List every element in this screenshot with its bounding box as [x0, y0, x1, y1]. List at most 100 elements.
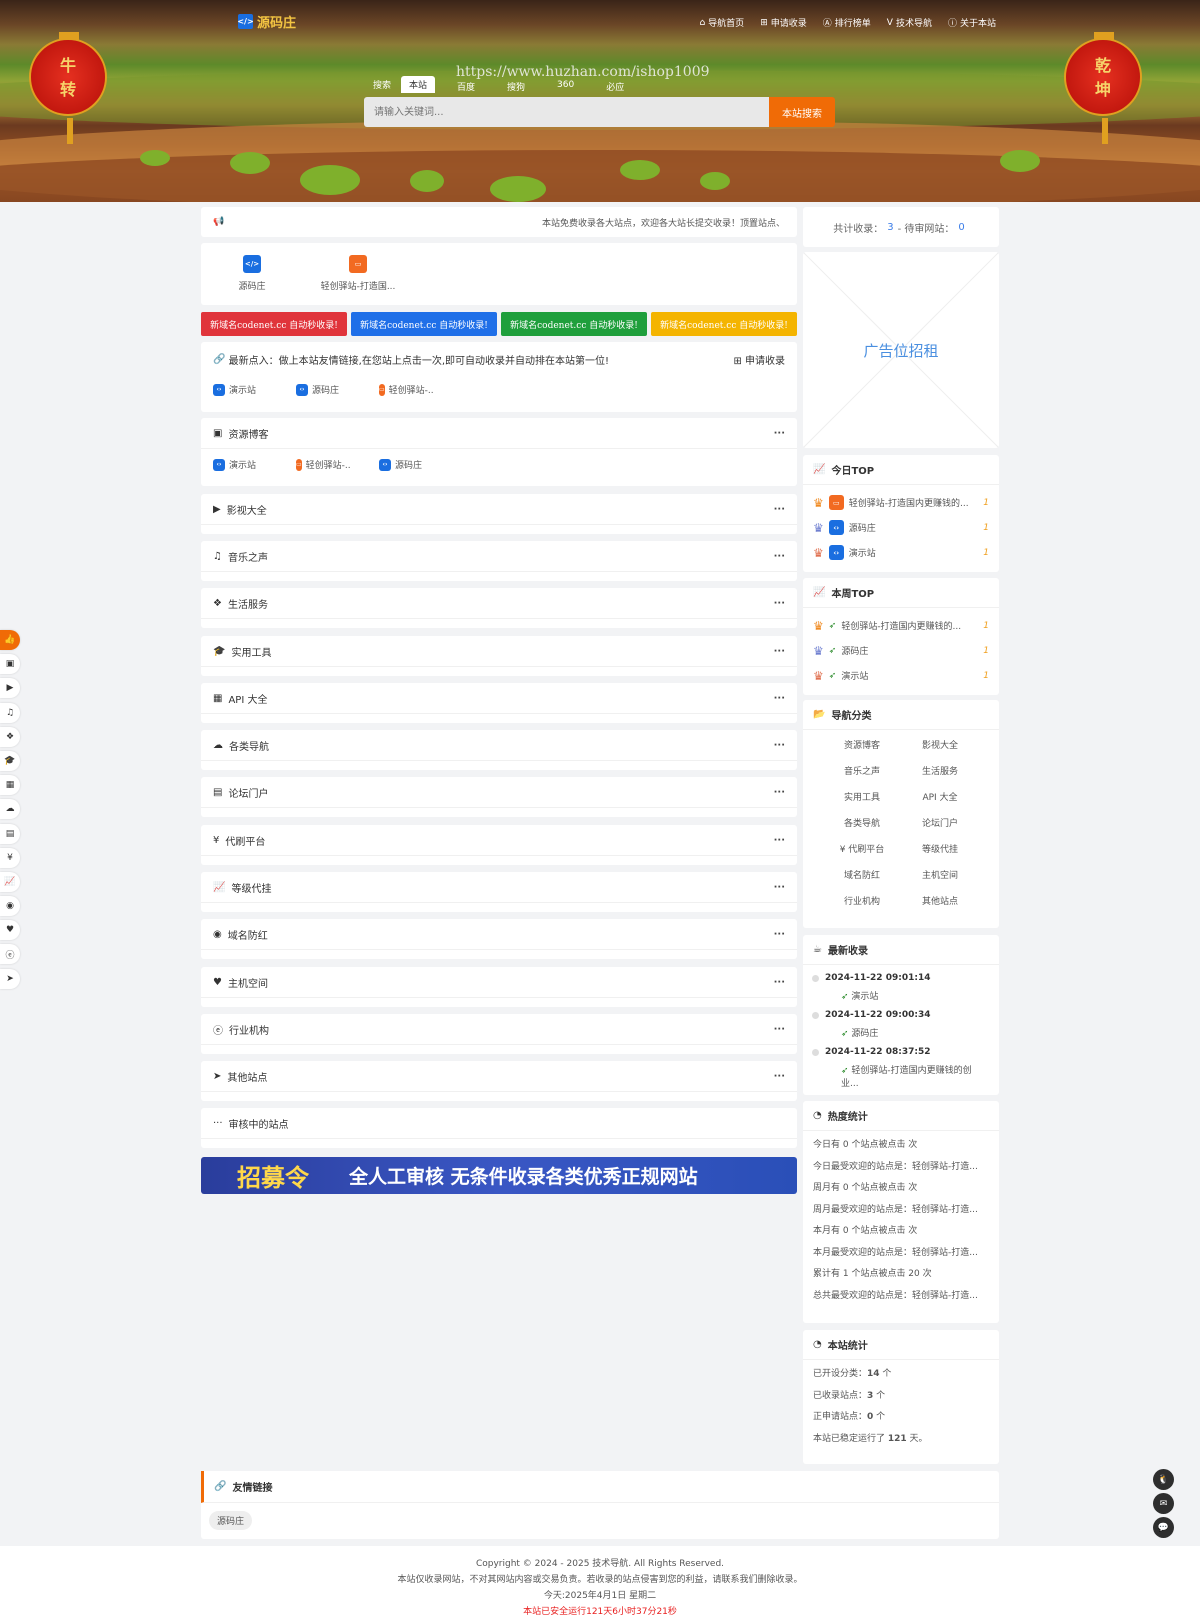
- site-logo[interactable]: </> 源码庄: [237, 12, 296, 31]
- list-item[interactable]: ▭ 轻创驿站-...: [379, 383, 434, 396]
- friend-link-tag[interactable]: 源码庄: [209, 1511, 253, 1530]
- wechat-icon[interactable]: 💬: [1153, 1517, 1174, 1538]
- compass-icon[interactable]: ◉: [0, 896, 20, 917]
- cubes-icon: ❖: [213, 597, 222, 609]
- list-item[interactable]: ‹› 源码庄: [296, 383, 351, 396]
- cursor-icon: ➶: [828, 620, 837, 631]
- yen-icon[interactable]: ¥: [0, 847, 20, 868]
- category-link[interactable]: 论坛门户: [901, 816, 979, 829]
- engine-360[interactable]: 360: [557, 80, 574, 93]
- recruit-banner[interactable]: 招募令 全人工审核 无条件收录各类优秀正规网站: [201, 1157, 797, 1194]
- send-icon[interactable]: ➤: [0, 968, 20, 989]
- more-button[interactable]: ···: [774, 740, 785, 751]
- section-forum: ▤ 论坛门户 ···: [201, 777, 797, 817]
- featured-item[interactable]: </> 源码庄: [217, 251, 287, 297]
- promo-button-red[interactable]: 新域名codenet.cc 自动秒收录!: [201, 312, 347, 336]
- list-item[interactable]: ‹› 演示站: [213, 458, 268, 471]
- cubes-icon[interactable]: ❖: [0, 726, 20, 747]
- collect-stats: 共计收录： 3- 待审网站： 0: [803, 207, 999, 247]
- file-icon[interactable]: ▤: [0, 823, 20, 844]
- category-link[interactable]: 主机空间: [901, 868, 979, 881]
- list-item[interactable]: ♛ ➶ 轻创驿站-打造国内更赚钱的... 1: [803, 613, 999, 638]
- list-item[interactable]: ♛ ▭ 轻创驿站-打造国内更赚钱的... 1: [803, 490, 999, 515]
- category-link[interactable]: 实用工具: [823, 790, 901, 803]
- nav-apply[interactable]: ⊞ 申请收录: [760, 16, 807, 30]
- more-button[interactable]: ···: [774, 929, 785, 940]
- more-button[interactable]: ···: [774, 504, 785, 515]
- engine-bing[interactable]: 必应: [606, 80, 624, 93]
- tab-search[interactable]: 搜索: [365, 76, 399, 93]
- nav-tech[interactable]: V 技术导航: [887, 16, 932, 30]
- category-link[interactable]: API 大全: [901, 790, 979, 803]
- chart-icon[interactable]: 📈: [0, 871, 20, 892]
- crown-gold-icon: ♛: [813, 495, 824, 510]
- promo-button-blue[interactable]: 新域名codenet.cc 自动秒收录!: [351, 312, 497, 336]
- thumbs-up-icon[interactable]: 👍: [0, 630, 20, 650]
- more-button[interactable]: ···: [774, 1024, 785, 1035]
- mail-icon[interactable]: ✉: [1153, 1493, 1174, 1514]
- youtube-icon: ▶: [213, 503, 221, 515]
- more-button[interactable]: ···: [774, 693, 785, 704]
- category-link[interactable]: 行业机构: [823, 894, 901, 907]
- nav-ranking[interactable]: Ⓐ 排行榜单: [823, 16, 871, 29]
- section-api: ▦ API 大全 ···: [201, 683, 797, 723]
- nav-about[interactable]: ⓘ 关于本站: [948, 16, 996, 29]
- ad-placeholder[interactable]: 广告位招租: [803, 252, 999, 448]
- more-button[interactable]: ···: [774, 977, 785, 988]
- featured-item[interactable]: ▭ 轻创驿站-打造国...: [321, 251, 395, 297]
- category-link[interactable]: 音乐之声: [823, 764, 901, 777]
- edge-icon[interactable]: ⓔ: [0, 944, 20, 965]
- list-item[interactable]: ▭ 轻创驿站-...: [296, 458, 351, 471]
- category-link[interactable]: 影视大全: [901, 738, 979, 751]
- more-button[interactable]: ···: [774, 882, 785, 893]
- category-link[interactable]: ¥ 代刷平台: [823, 842, 901, 855]
- engine-sogou[interactable]: 搜狗: [507, 80, 525, 93]
- list-item[interactable]: ♛ ➶ 演示站 1: [803, 663, 999, 688]
- qq-icon[interactable]: 🐧: [1153, 1469, 1174, 1490]
- more-button[interactable]: ···: [774, 646, 785, 657]
- nav-home[interactable]: ⌂ 导航首页: [699, 16, 744, 30]
- cloud-icon[interactable]: ☁: [0, 799, 20, 820]
- youtube-icon[interactable]: ▶: [0, 678, 20, 699]
- music-icon[interactable]: ♫: [0, 702, 20, 723]
- promo-button-yellow[interactable]: 新域名codenet.cc 自动秒收录!: [651, 312, 797, 336]
- list-item[interactable]: ♛ ‹› 演示站 1: [803, 540, 999, 565]
- section-brush: ¥ 代刷平台 ···: [201, 825, 797, 865]
- search-engines: 百度 搜狗 360 必应: [457, 80, 624, 93]
- search-button[interactable]: 本站搜索: [769, 97, 835, 127]
- more-button[interactable]: ···: [774, 1071, 785, 1082]
- section-pending: ··· 审核中的站点: [201, 1108, 797, 1148]
- more-button[interactable]: ···: [774, 598, 785, 609]
- search-input[interactable]: [364, 97, 770, 127]
- tab-site[interactable]: 本站: [401, 76, 436, 93]
- category-link[interactable]: 等级代挂: [901, 842, 979, 855]
- more-button[interactable]: ···: [774, 551, 785, 562]
- graduation-icon[interactable]: 🎓: [0, 750, 20, 771]
- promo-buttons: 新域名codenet.cc 自动秒收录! 新域名codenet.cc 自动秒收录…: [201, 312, 797, 336]
- more-button[interactable]: ···: [774, 428, 785, 439]
- list-item[interactable]: ♛ ‹› 源码庄 1: [803, 515, 999, 540]
- engine-baidu[interactable]: 百度: [457, 80, 475, 93]
- section-resource-blog: ▣ 资源博客 ··· ‹› 演示站 ▭ 轻创驿站-... ‹› 源码庄: [201, 418, 797, 486]
- watermark-url: https://www.huzhan.com/ishop1009: [456, 64, 710, 80]
- category-link[interactable]: 其他站点: [901, 894, 979, 907]
- category-link[interactable]: 生活服务: [901, 764, 979, 777]
- list-item[interactable]: ♛ ➶ 源码庄 1: [803, 638, 999, 663]
- grid-icon[interactable]: ▦: [0, 775, 20, 796]
- left-category-bar: 👍 ▣ ▶ ♫ ❖ 🎓 ▦ ☁ ▤ ¥ 📈 ◉ ♥ ⓔ ➤: [0, 630, 20, 993]
- more-button[interactable]: ···: [774, 787, 785, 798]
- list-item[interactable]: ‹› 源码庄: [379, 458, 434, 471]
- heartbeat-icon[interactable]: ♥: [0, 920, 20, 941]
- list-item[interactable]: ➶ 轻创驿站-打造国内更赚钱的创业...: [841, 1063, 989, 1089]
- more-button[interactable]: ···: [774, 835, 785, 846]
- category-link[interactable]: 各类导航: [823, 816, 901, 829]
- list-item[interactable]: ➶ 演示站: [841, 989, 989, 1002]
- category-link[interactable]: 域名防红: [823, 868, 901, 881]
- promo-button-green[interactable]: 新域名codenet.cc 自动秒收录!: [501, 312, 647, 336]
- list-item[interactable]: ‹› 演示站: [213, 383, 268, 396]
- category-link[interactable]: 资源博客: [823, 738, 901, 751]
- latest-visits: 🔗 最新点入：做上本站友情链接,在您站上点击一次,即可自动收录并自动排在本站第一…: [201, 342, 797, 412]
- list-item[interactable]: ➶ 源码庄: [841, 1026, 989, 1039]
- apply-link[interactable]: ⊞ 申请收录: [733, 352, 785, 367]
- store-icon[interactable]: ▣: [0, 654, 20, 675]
